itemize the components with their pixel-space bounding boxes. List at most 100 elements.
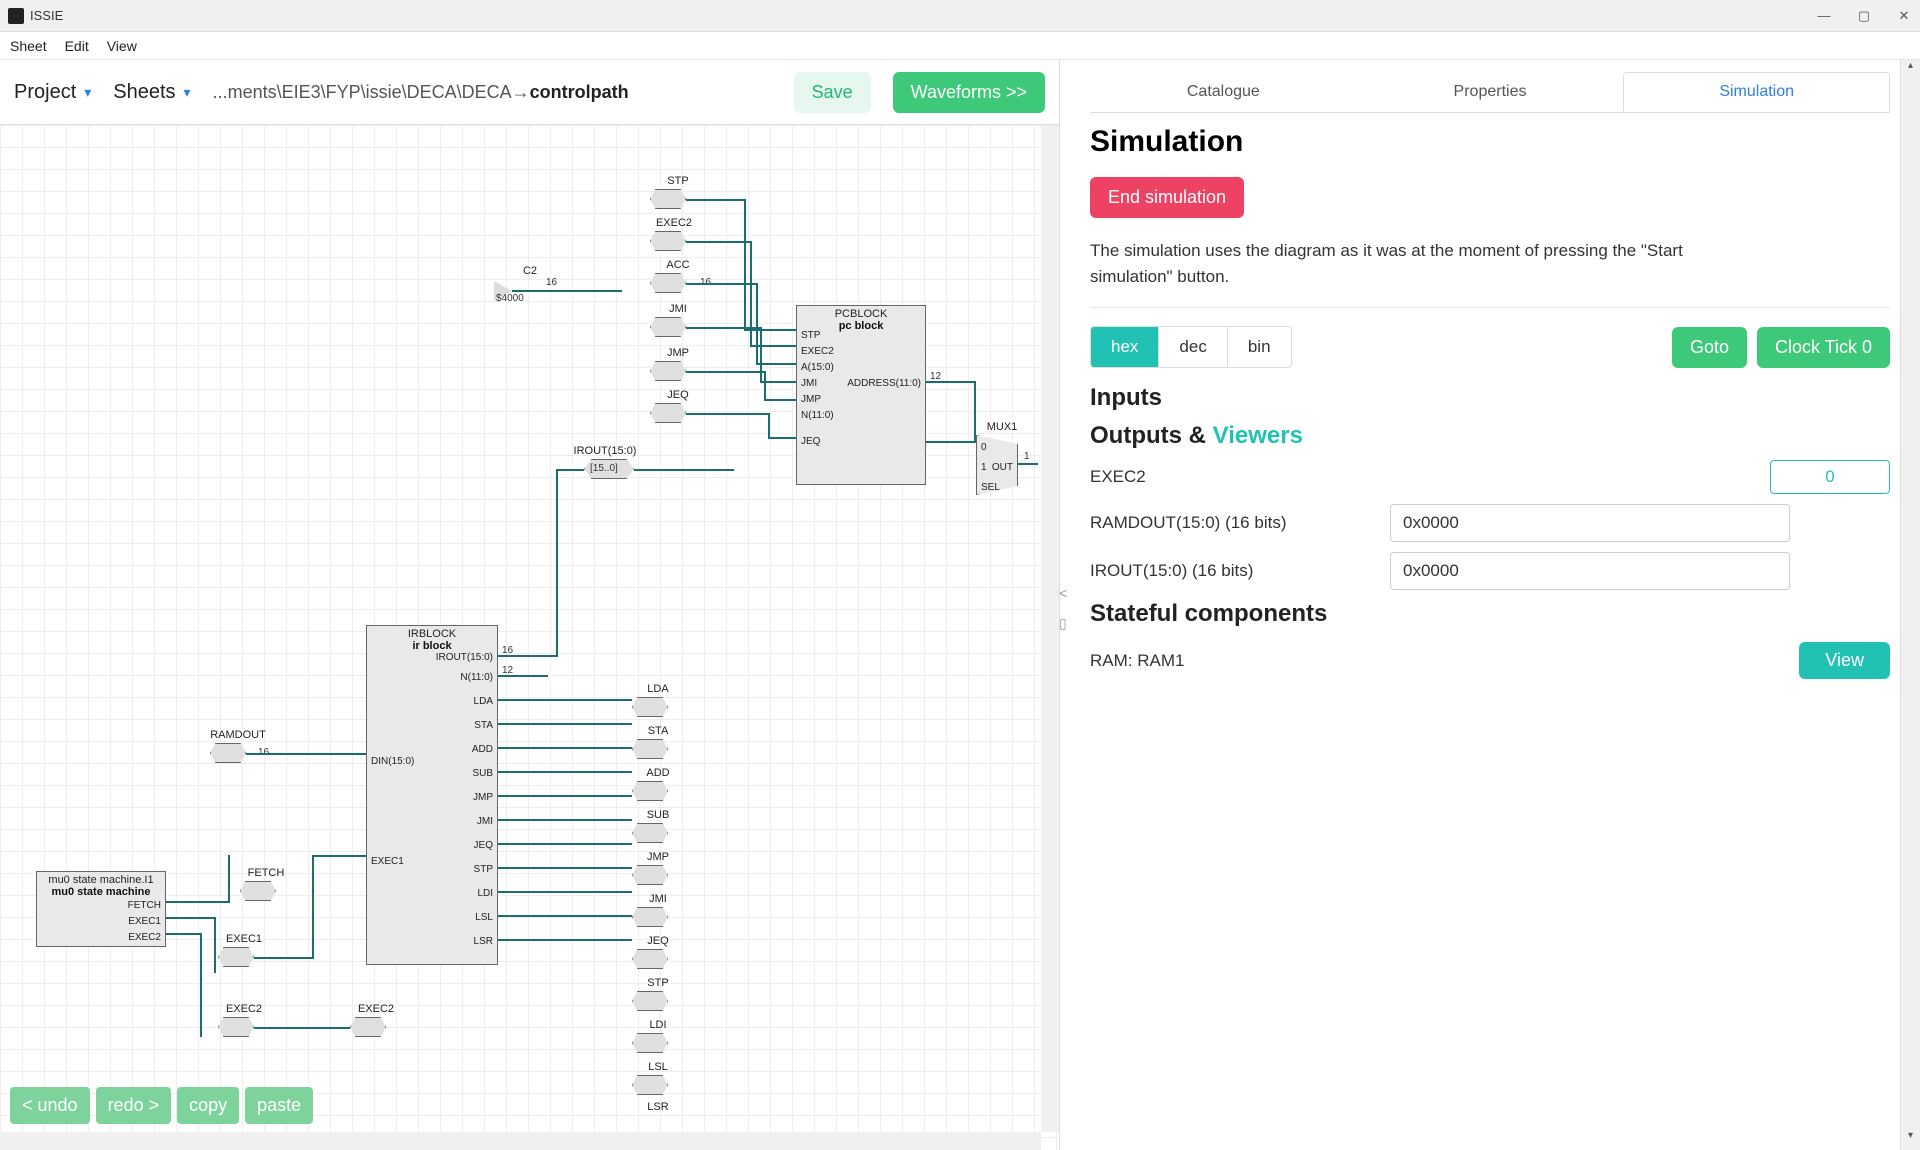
panel-scrollbar[interactable] bbox=[1900, 60, 1920, 1150]
wire bbox=[498, 655, 558, 657]
io-port[interactable] bbox=[650, 361, 686, 381]
io-port[interactable] bbox=[632, 1075, 668, 1095]
tab-catalogue[interactable]: Catalogue bbox=[1090, 72, 1357, 112]
io-port[interactable] bbox=[218, 1017, 254, 1037]
output-row-irout: IROUT(15:0) (16 bits) 0x0000 bbox=[1090, 552, 1890, 590]
redo-button[interactable]: redo > bbox=[96, 1087, 172, 1124]
stateful-name: RAM: RAM1 bbox=[1090, 651, 1184, 671]
wire bbox=[556, 469, 584, 471]
radix-hex[interactable]: hex bbox=[1091, 327, 1159, 367]
io-label: JEQ bbox=[648, 389, 708, 401]
end-simulation-button[interactable]: End simulation bbox=[1090, 177, 1244, 218]
menu-view[interactable]: View bbox=[107, 38, 137, 54]
wire bbox=[686, 327, 762, 329]
sheets-label: Sheets bbox=[113, 81, 175, 104]
io-port[interactable] bbox=[350, 1017, 386, 1037]
viewers-link[interactable]: Viewers bbox=[1213, 422, 1303, 449]
clock-tick-button[interactable]: Clock Tick 0 bbox=[1757, 327, 1890, 368]
wire bbox=[166, 917, 216, 919]
paste-button[interactable]: paste bbox=[245, 1087, 313, 1124]
io-port[interactable] bbox=[632, 949, 668, 969]
component-mux[interactable]: 0 1 SEL OUT bbox=[976, 435, 1018, 495]
io-port[interactable] bbox=[650, 317, 686, 337]
menu-sheet[interactable]: Sheet bbox=[10, 38, 47, 54]
output-value[interactable]: 0x0000 bbox=[1390, 552, 1790, 590]
menu-edit[interactable]: Edit bbox=[65, 38, 89, 54]
port: LSR bbox=[474, 936, 493, 947]
label-c2-val: $4000 bbox=[496, 293, 524, 304]
port: STP bbox=[801, 330, 820, 341]
io-port[interactable] bbox=[632, 739, 668, 759]
io-port[interactable] bbox=[632, 991, 668, 1011]
diagram-canvas[interactable]: C2 $4000 16 STP EXEC2 ACC 16 JMI JMP JEQ bbox=[0, 124, 1059, 1150]
port: EXEC2 bbox=[801, 346, 834, 357]
sheets-dropdown[interactable]: Sheets ▾ bbox=[113, 81, 190, 104]
undo-button[interactable]: < undo bbox=[10, 1087, 90, 1124]
component-irblock[interactable]: IRBLOCK ir block DIN(15:0) EXEC1 IROUT(1… bbox=[366, 625, 498, 965]
io-label: STP bbox=[648, 175, 708, 187]
scroll-up-icon[interactable] bbox=[1901, 60, 1920, 80]
wire bbox=[498, 675, 548, 677]
stateful-row-ram: RAM: RAM1 View bbox=[1090, 642, 1890, 679]
io-port[interactable] bbox=[210, 743, 246, 763]
wire bbox=[498, 771, 632, 773]
output-value[interactable]: 0 bbox=[1770, 460, 1890, 494]
component-state-machine[interactable]: mu0 state machine.I1 mu0 state machine F… bbox=[36, 871, 166, 947]
wire bbox=[556, 469, 558, 657]
output-row-exec2: EXEC2 0 bbox=[1090, 460, 1890, 494]
copy-button[interactable]: copy bbox=[177, 1087, 239, 1124]
outputs-label: Outputs & bbox=[1090, 422, 1213, 449]
io-port[interactable] bbox=[632, 907, 668, 927]
radix-bin[interactable]: bin bbox=[1228, 327, 1291, 367]
wire bbox=[254, 957, 314, 959]
port: 1 bbox=[981, 462, 987, 473]
io-port[interactable] bbox=[650, 273, 686, 293]
port: ADD bbox=[472, 744, 493, 755]
wire bbox=[634, 469, 734, 471]
io-port[interactable] bbox=[632, 865, 668, 885]
io-port[interactable] bbox=[240, 881, 276, 901]
io-label: EXEC2 bbox=[346, 1003, 406, 1015]
port: N(11:0) bbox=[801, 410, 834, 421]
wire bbox=[228, 901, 230, 903]
wire bbox=[1018, 463, 1038, 465]
io-label: EXEC1 bbox=[214, 933, 274, 945]
output-value[interactable]: 0x0000 bbox=[1390, 504, 1790, 542]
horizontal-scrollbar[interactable] bbox=[0, 1132, 1041, 1150]
scroll-down-icon[interactable] bbox=[1901, 1130, 1920, 1150]
io-port[interactable] bbox=[632, 781, 668, 801]
waveforms-button[interactable]: Waveforms >> bbox=[893, 72, 1045, 113]
wire bbox=[756, 283, 758, 363]
io-label: JEQ bbox=[628, 935, 688, 947]
tab-simulation[interactable]: Simulation bbox=[1623, 72, 1890, 112]
io-port[interactable] bbox=[650, 403, 686, 423]
view-ram-button[interactable]: View bbox=[1799, 642, 1890, 679]
window-maximize[interactable]: ▢ bbox=[1856, 8, 1872, 24]
breadcrumb: ...ments\EIE3\FYP\issie\DECA\DECA→contro… bbox=[213, 82, 629, 103]
component-pcblock[interactable]: PCBLOCK pc block STP EXEC2 A(15:0) JMI J… bbox=[796, 305, 926, 485]
io-label: LDI bbox=[628, 1019, 688, 1031]
io-port[interactable] bbox=[632, 823, 668, 843]
wire bbox=[166, 901, 230, 903]
save-button[interactable]: Save bbox=[794, 72, 871, 113]
io-port[interactable] bbox=[632, 697, 668, 717]
port: JEQ bbox=[801, 436, 820, 447]
io-port[interactable] bbox=[632, 1033, 668, 1053]
io-port[interactable] bbox=[650, 231, 686, 251]
window-minimize[interactable]: — bbox=[1816, 8, 1832, 24]
tab-properties[interactable]: Properties bbox=[1357, 72, 1624, 112]
io-label: ACC bbox=[648, 259, 708, 271]
outputs-heading: Outputs & Viewers bbox=[1090, 422, 1890, 450]
io-port[interactable] bbox=[218, 947, 254, 967]
app-icon bbox=[8, 8, 24, 24]
goto-button[interactable]: Goto bbox=[1672, 327, 1747, 368]
window-close[interactable]: ✕ bbox=[1896, 8, 1912, 24]
io-label: EXEC2 bbox=[214, 1003, 274, 1015]
io-port[interactable] bbox=[650, 189, 686, 209]
divider bbox=[1090, 307, 1890, 308]
project-dropdown[interactable]: Project ▾ bbox=[14, 81, 91, 104]
component-name: mu0 state machine.I1 bbox=[37, 872, 165, 886]
io-label: STP bbox=[628, 977, 688, 989]
wire bbox=[254, 1027, 350, 1029]
radix-dec[interactable]: dec bbox=[1159, 327, 1227, 367]
